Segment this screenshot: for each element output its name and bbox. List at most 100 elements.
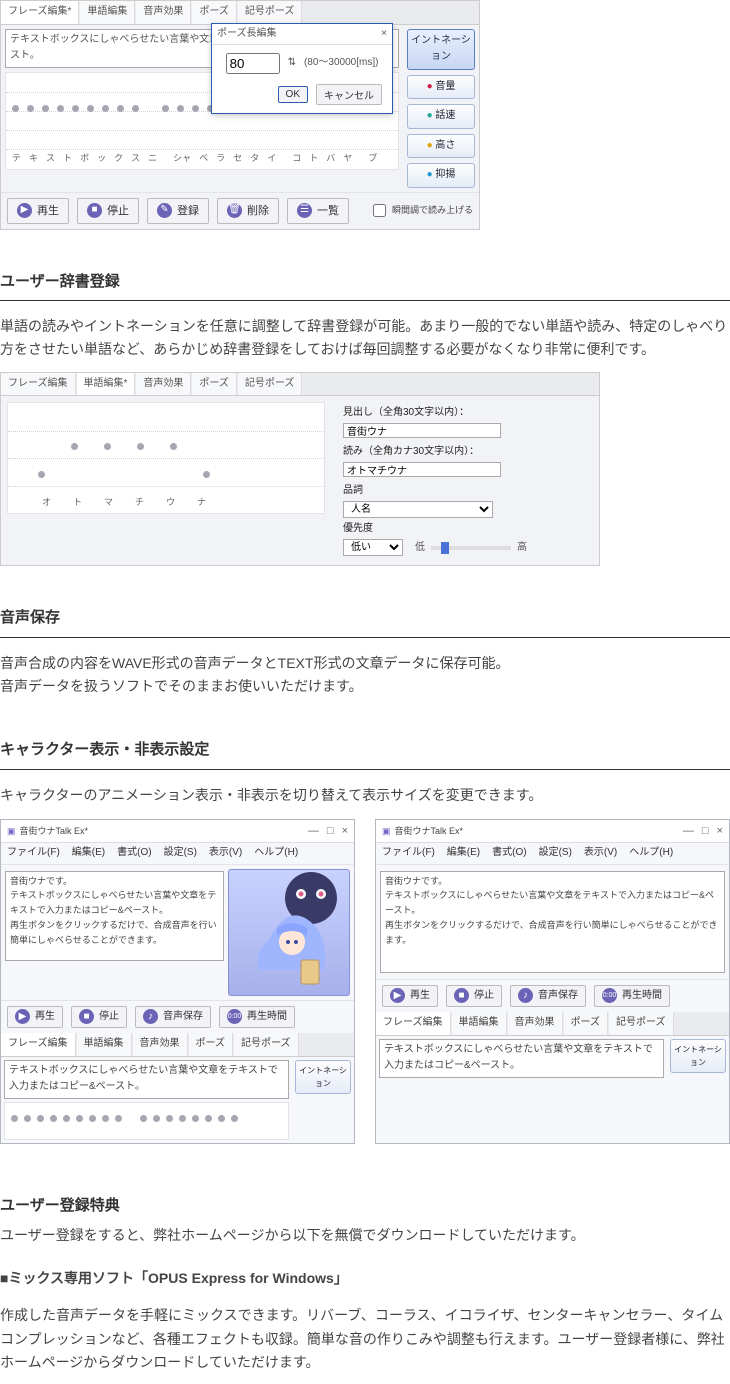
tab-phrase-edit[interactable]: フレーズ編集 xyxy=(1,373,76,396)
reading-label: 読み（全角カナ30文字以内）： xyxy=(343,444,587,461)
cancel-button[interactable]: キャンセル xyxy=(316,84,382,105)
minimize-icon[interactable]: — xyxy=(683,822,694,840)
kana-char: タ xyxy=(250,151,259,166)
close-icon[interactable]: × xyxy=(381,26,387,43)
emphasis-button[interactable]: ● 抑揚 xyxy=(407,163,475,188)
item[interactable]: ポーズ xyxy=(189,1033,234,1056)
kana-char: ナ xyxy=(197,495,206,510)
volume-button[interactable]: ● 音量 xyxy=(407,75,475,100)
tab-phrase-edit[interactable]: フレーズ編集* xyxy=(1,1,79,24)
maximize-icon[interactable]: □ xyxy=(702,822,709,840)
ok-button[interactable]: OK xyxy=(278,86,308,103)
kana-char: テ xyxy=(12,151,21,166)
item[interactable]: 記号ポーズ xyxy=(234,1033,299,1056)
kana-char: シャ xyxy=(173,151,191,166)
save-audio-button[interactable]: ♪音声保存 xyxy=(135,1006,211,1029)
tab-symbol-pause[interactable]: 記号ポーズ xyxy=(238,373,303,396)
intonation-button[interactable]: イントネーション xyxy=(407,29,475,70)
item[interactable]: 音声効果 xyxy=(133,1033,188,1056)
play-icon: ▶ xyxy=(17,203,32,218)
delete-button[interactable]: 🗑削除 xyxy=(217,198,279,224)
item[interactable]: ヘルプ(H) xyxy=(629,845,673,862)
section-dictionary-body: 単語の読みやイントネーションを任意に調整して辞書登録が可能。あまり一般的でない単… xyxy=(0,315,730,361)
item[interactable]: 記号ポーズ xyxy=(609,1012,674,1035)
kana-char: ッ xyxy=(97,151,106,166)
tab-voice-effect[interactable]: 音声効果 xyxy=(136,373,191,396)
close-icon[interactable]: × xyxy=(717,822,723,840)
item[interactable]: ポーズ xyxy=(564,1012,609,1035)
play-time-button[interactable]: 0:00再生時間 xyxy=(594,985,670,1008)
section-bonus-body: ユーザー登録をすると、弊社ホームページから以下を無償でダウンロードしていただけま… xyxy=(0,1224,730,1247)
close-icon[interactable]: × xyxy=(342,822,348,840)
minimize-icon[interactable]: — xyxy=(308,822,319,840)
item[interactable]: 単語編集 xyxy=(77,1033,132,1056)
item[interactable]: 設定(S) xyxy=(164,845,197,862)
item[interactable]: ファイル(F) xyxy=(7,845,60,862)
reading-input[interactable] xyxy=(343,462,501,477)
lower-sentence[interactable]: テキストボックスにしゃべらせたい言葉や文章をテキストで入力またはコピー&ペースト… xyxy=(379,1039,664,1078)
speed-button[interactable]: ● 話速 xyxy=(407,104,475,129)
kana-char: ニ xyxy=(148,151,157,166)
item[interactable]: 編集(E) xyxy=(447,845,480,862)
tab-word-edit[interactable]: 単語編集* xyxy=(77,373,136,396)
section-audio-body2: 音声データを扱うソフトでそのままお使いいただけます。 xyxy=(0,675,730,698)
item[interactable]: フレーズ編集 xyxy=(1,1033,76,1056)
tab-symbol-pause[interactable]: 記号ポーズ xyxy=(238,1,303,24)
priority-slider[interactable]: 低 高 xyxy=(415,540,527,557)
tab-voice-effect[interactable]: 音声効果 xyxy=(136,1,191,24)
item[interactable]: 編集(E) xyxy=(72,845,105,862)
section-audio-body1: 音声合成の内容をWAVE形式の音声データとTEXT形式の文章データに保存可能。 xyxy=(0,652,730,675)
list-icon: ☰ xyxy=(297,203,312,218)
tab-word-edit[interactable]: 単語編集 xyxy=(80,1,135,24)
section-character-body: キャラクターのアニメーション表示・非表示を切り替えて表示サイズを変更できます。 xyxy=(0,784,730,807)
dialog-title: ポーズ長編集 xyxy=(217,26,277,43)
window-title: 音街ウナTalk Ex* xyxy=(395,824,464,839)
kana-char: ラ xyxy=(216,151,225,166)
tab-pause[interactable]: ポーズ xyxy=(192,1,237,24)
play-button[interactable]: ▶再生 xyxy=(382,985,438,1008)
item[interactable]: 音声効果 xyxy=(508,1012,563,1035)
play-button[interactable]: ▶再生 xyxy=(7,198,69,224)
stop-button[interactable]: ■停止 xyxy=(77,198,139,224)
item[interactable]: 設定(S) xyxy=(539,845,572,862)
headword-label: 見出し（全角30文字以内）： xyxy=(343,405,587,422)
pos-select[interactable]: 人名 xyxy=(343,501,493,518)
item[interactable]: 書式(O) xyxy=(492,845,526,862)
section-dictionary-title: ユーザー辞書登録 xyxy=(0,270,730,302)
text-input[interactable]: 音街ウナです。 テキストボックスにしゃべらせたい言葉や文章をテキストで入力または… xyxy=(380,871,725,973)
item[interactable]: ヘルプ(H) xyxy=(254,845,298,862)
stop-button[interactable]: ■停止 xyxy=(71,1006,127,1029)
item[interactable]: 書式(O) xyxy=(117,845,151,862)
maximize-icon[interactable]: □ xyxy=(327,822,334,840)
list-button[interactable]: ☰一覧 xyxy=(287,198,349,224)
kana-char: ベ xyxy=(199,151,208,166)
save-audio-button[interactable]: ♪音声保存 xyxy=(510,985,586,1008)
headword-input[interactable] xyxy=(343,423,501,438)
intonation-button[interactable]: イントネーション xyxy=(295,1060,351,1094)
lower-sentence[interactable]: テキストボックスにしゃべらせたい言葉や文章をテキストで入力またはコピー&ペースト… xyxy=(4,1060,289,1099)
tab-pause[interactable]: ポーズ xyxy=(192,373,237,396)
register-icon: ✎ xyxy=(157,203,172,218)
delete-icon: 🗑 xyxy=(227,203,242,218)
item[interactable]: 単語編集 xyxy=(452,1012,507,1035)
pause-value-input[interactable] xyxy=(226,53,280,74)
kana-char: バ xyxy=(326,151,335,166)
stop-button[interactable]: ■停止 xyxy=(446,985,502,1008)
register-button[interactable]: ✎登録 xyxy=(147,198,209,224)
read-with-pause-checkbox[interactable]: 瞬間調で読み上げる xyxy=(369,198,473,224)
kana-char: ス xyxy=(131,151,140,166)
kana-char: ボ xyxy=(80,151,89,166)
item[interactable]: フレーズ編集 xyxy=(376,1012,451,1035)
pitch-button[interactable]: ● 高さ xyxy=(407,134,475,159)
item[interactable]: 表示(V) xyxy=(584,845,617,862)
priority-select[interactable]: 低い xyxy=(343,539,403,556)
window-title: 音街ウナTalk Ex* xyxy=(20,824,89,839)
range-label: (80～30000[ms]) xyxy=(304,55,378,72)
play-button[interactable]: ▶再生 xyxy=(7,1006,63,1029)
text-input[interactable]: 音街ウナです。 テキストボックスにしゃべらせたい言葉や文章をテキストで入力または… xyxy=(5,871,224,961)
play-time-button[interactable]: 0:00再生時間 xyxy=(219,1006,295,1029)
kana-char: ク xyxy=(114,151,123,166)
item[interactable]: ファイル(F) xyxy=(382,845,435,862)
intonation-button[interactable]: イントネーション xyxy=(670,1039,726,1073)
item[interactable]: 表示(V) xyxy=(209,845,242,862)
